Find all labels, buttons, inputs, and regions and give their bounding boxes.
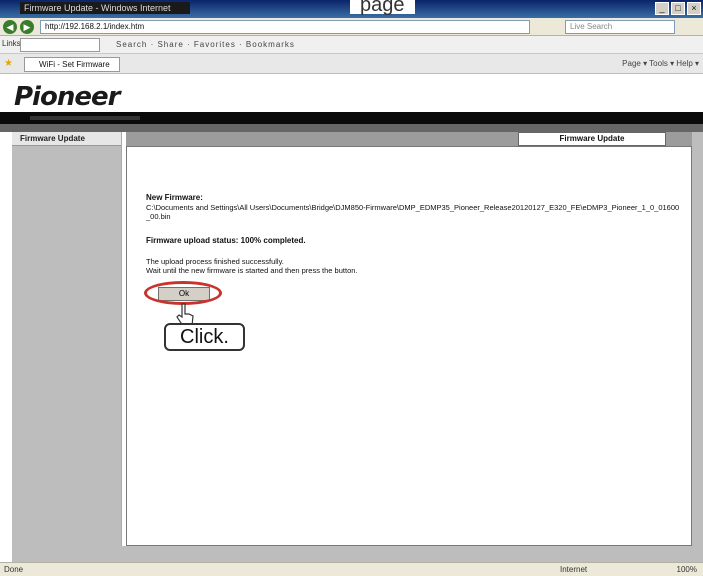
back-icon[interactable]: ◀ (3, 20, 17, 34)
tab-firmware-update[interactable]: Firmware Update (518, 132, 666, 146)
page-heading-fragment: page (350, 0, 415, 15)
upload-message-line-2: Wait until the new firmware is started a… (146, 266, 358, 275)
click-callout: Click. (164, 323, 245, 351)
status-bar: Done Internet 100% (0, 562, 703, 576)
links-toolbar: Links Search · Share · Favorites · Bookm… (0, 36, 703, 54)
links-label: Links (2, 39, 21, 48)
upload-status: Firmware upload status: 100% completed. (146, 236, 306, 245)
header-black-bar (0, 112, 703, 124)
forward-icon[interactable]: ▶ (20, 20, 34, 34)
menu-strip (0, 124, 703, 132)
upload-message-line-1: The upload process finished successfully… (146, 257, 284, 266)
firmware-path: C:\Documents and Settings\All Users\Docu… (146, 203, 680, 221)
tab-tools-menu[interactable]: Page ▾ Tools ▾ Help ▾ (622, 59, 699, 68)
toolbar-items[interactable]: Search · Share · Favorites · Bookmarks (116, 40, 295, 49)
address-field[interactable]: http://192.168.2.1/index.htm (40, 20, 530, 34)
address-row: ◀ ▶ http://192.168.2.1/index.htm Live Se… (0, 18, 703, 36)
minimize-icon[interactable]: _ (655, 2, 669, 15)
close-icon[interactable]: × (687, 2, 701, 15)
window-controls: _ □ × (655, 2, 701, 15)
links-dropdown[interactable] (20, 38, 100, 52)
search-input[interactable]: Live Search (565, 20, 675, 34)
pioneer-logo: Pioneer (14, 82, 120, 112)
bottom-gutter (12, 546, 703, 562)
maximize-icon[interactable]: □ (671, 2, 685, 15)
tab-current[interactable]: WiFi - Set Firmware (24, 57, 120, 72)
header-mark (30, 116, 140, 120)
zoom-level[interactable]: 100% (677, 565, 697, 574)
window-title-bar: Firmware Update - Windows Internet Explo… (0, 0, 703, 18)
sidebar-item-firmware-update[interactable]: Firmware Update (12, 132, 121, 146)
right-gutter (692, 132, 703, 562)
favorites-star-icon[interactable]: ★ (4, 58, 13, 69)
new-firmware-label: New Firmware: (146, 193, 203, 202)
status-zone: Internet (560, 565, 588, 574)
sidebar: Firmware Update (12, 132, 122, 562)
status-text: Done (4, 565, 24, 574)
tab-bar: ★ WiFi - Set Firmware Page ▾ Tools ▾ Hel… (0, 54, 703, 74)
window-title: Firmware Update - Windows Internet Explo… (20, 2, 190, 14)
